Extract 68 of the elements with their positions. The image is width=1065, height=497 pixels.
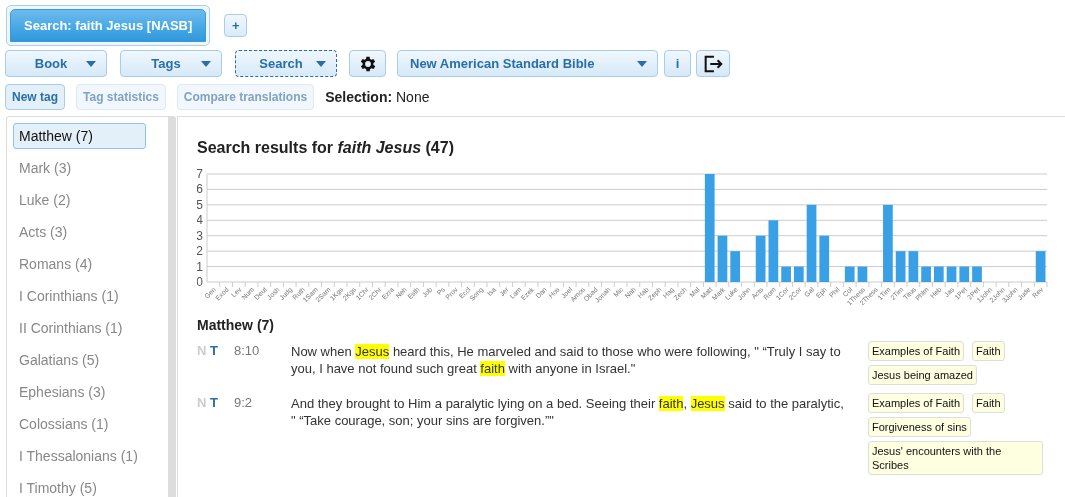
caret-icon	[86, 60, 96, 67]
search-tab[interactable]: Search: faith Jesus [NASB]	[10, 8, 207, 42]
bar	[933, 266, 944, 282]
bar	[793, 266, 804, 282]
y-tick-label: 1	[197, 259, 203, 274]
y-tick-label: 2	[197, 244, 203, 259]
y-tick-label: 4	[197, 213, 203, 228]
y-tick-label: 3	[197, 228, 203, 243]
caret-icon	[201, 60, 211, 67]
bar	[959, 266, 970, 282]
tag-link[interactable]: T	[210, 341, 234, 361]
book-list-item[interactable]: Romans (4)	[13, 251, 146, 277]
verse-text: And they brought to Him a paralytic lying on a bed. Seeing their faith, Jesus said to the paralytic, " “Take courage, son; your sins are forgiven.”"	[291, 395, 845, 429]
book-dropdown[interactable]: Book	[5, 50, 107, 77]
add-tab-button[interactable]: +	[224, 13, 248, 37]
book-list-item[interactable]: Matthew (7)	[13, 123, 146, 149]
search-dropdown[interactable]: Search	[235, 50, 337, 77]
bar	[781, 266, 791, 282]
tag-chip[interactable]: Forgiveness of sins	[868, 417, 971, 437]
tag-chip[interactable]: Examples of Faith	[868, 341, 965, 361]
book-list-item[interactable]: I Thessalonians (1)	[13, 443, 146, 469]
logout-button[interactable]	[696, 50, 730, 77]
selection-label: Selection: None	[325, 89, 430, 105]
book-heading: Matthew (7)	[197, 317, 275, 333]
book-list-item[interactable]: I Corinthians (1)	[13, 283, 146, 309]
book-list-item[interactable]: Acts (3)	[13, 219, 146, 245]
results-title: Search results for faith Jesus (47)	[197, 139, 455, 157]
tag-chip[interactable]: Jesus being amazed	[868, 365, 977, 385]
book-list-item[interactable]: Galatians (5)	[13, 347, 146, 373]
bar	[921, 266, 931, 282]
book-list-item[interactable]: I Timothy (5)	[13, 475, 146, 497]
bar	[819, 235, 830, 282]
tag-chip[interactable]: Faith	[972, 393, 1005, 413]
tag-chip[interactable]: Jesus' encounters with the Scribes	[868, 441, 1043, 475]
bar	[844, 266, 855, 282]
info-button[interactable]: i	[664, 50, 691, 77]
verse-text: Now when Jesus heard this, He marveled and said to those who were following, " “Truly I say to you, I have not found such great faith with anyone in Israel."	[291, 343, 842, 377]
bar	[768, 220, 779, 282]
settings-button[interactable]	[349, 50, 386, 77]
bar	[895, 251, 906, 282]
tags-dropdown[interactable]: Tags	[120, 50, 222, 77]
y-tick-label: 5	[197, 197, 203, 212]
bar	[755, 235, 766, 282]
tag-link[interactable]: T	[210, 393, 234, 413]
bar	[717, 235, 728, 282]
y-tick-label: 0	[197, 275, 203, 289]
tag-chip[interactable]: Faith	[972, 341, 1005, 361]
translation-dropdown[interactable]: New American Standard Bible	[397, 50, 658, 77]
scrollbar[interactable]	[169, 116, 176, 497]
book-list-item[interactable]: Luke (2)	[13, 187, 146, 213]
bar	[908, 251, 919, 282]
book-list-item[interactable]: Ephesians (3)	[13, 379, 146, 405]
bar	[972, 266, 982, 282]
book-list-item[interactable]: II Corinthians (1)	[13, 315, 146, 341]
verse-reference: 8:10	[234, 342, 261, 360]
caret-icon	[316, 60, 326, 67]
verse-reference: 9:2	[234, 394, 254, 412]
bar	[1035, 251, 1046, 282]
caret-icon	[637, 60, 647, 67]
bar	[946, 266, 957, 282]
book-list-item[interactable]: Mark (3)	[13, 155, 146, 181]
y-tick-label: 6	[197, 182, 203, 197]
book-list-item[interactable]: Colossians (1)	[13, 411, 146, 437]
bar	[857, 266, 868, 282]
y-tick-label: 7	[197, 167, 203, 181]
bar	[730, 251, 741, 282]
tag-chip[interactable]: Examples of Faith	[868, 393, 965, 413]
action-button[interactable]: New tag	[5, 84, 65, 110]
